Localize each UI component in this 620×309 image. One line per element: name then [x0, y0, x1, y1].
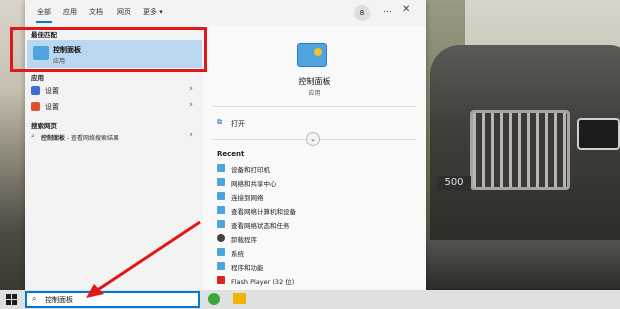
preview-subtitle: 应用	[308, 90, 321, 97]
expand-chevron-icon[interactable]: ⌄	[306, 132, 320, 146]
recent-item-label: Flash Player (32 位)	[231, 278, 295, 286]
system-icon	[217, 248, 225, 256]
car-plate: 500	[437, 176, 471, 190]
recent-item-label: 设备和打印机	[231, 166, 270, 174]
recent-item-label: 查看网络状态和任务	[231, 222, 290, 230]
recent-item[interactable]: 程序和功能	[215, 260, 415, 274]
apps-heading: 应用	[31, 74, 44, 82]
open-icon[interactable]: ⧉	[217, 118, 222, 127]
taskbar-search-box[interactable]: ⌕ 控制面板	[25, 291, 200, 308]
divider	[213, 106, 416, 107]
taskbar-browser-icon[interactable]	[208, 293, 220, 305]
web-result-suffix: - 查看网络搜索结果	[65, 135, 119, 142]
settings-icon	[31, 86, 40, 95]
start-logo-pane	[12, 294, 17, 299]
preview-title: 控制面板	[298, 77, 331, 86]
recent-item-label: 程序和功能	[231, 264, 264, 272]
tab-web[interactable]: 网页	[117, 7, 131, 17]
recent-item-label: 系统	[231, 250, 244, 258]
recent-item[interactable]: 设备和打印机	[215, 162, 415, 176]
chevron-right-icon[interactable]: ›	[189, 130, 193, 140]
app-result-settings-2[interactable]: 设置 ›	[25, 99, 203, 115]
recent-item-label: 网络和共享中心	[231, 180, 277, 188]
open-action[interactable]: 打开	[231, 119, 245, 129]
tab-more[interactable]: 更多 ▾	[143, 7, 163, 17]
web-result-text: 控制面板 - 查看网络搜索结果	[41, 133, 119, 142]
taskbar-file-explorer-icon[interactable]	[233, 293, 246, 304]
windows-start-icon[interactable]	[6, 294, 17, 305]
preview-pane: 控制面板 应用 ⧉ 打开 ⌄ Recent 设备和打印机 网络和共享中心 连接到…	[203, 26, 426, 290]
highlight-box	[10, 27, 207, 72]
close-icon[interactable]: ✕	[402, 4, 410, 15]
chevron-right-icon[interactable]: ›	[189, 100, 193, 110]
car-grille	[470, 110, 570, 190]
programs-icon	[217, 262, 225, 270]
recent-heading: Recent	[217, 150, 245, 158]
recent-item[interactable]: 系统	[215, 246, 415, 260]
wallpaper-road	[425, 240, 620, 290]
recent-item-label: 连接到网络	[231, 194, 264, 202]
rewards-badge[interactable]: 8	[354, 5, 370, 21]
network-icon	[217, 220, 225, 228]
web-result-query: 控制面板	[41, 135, 66, 142]
app-result-label: 设置	[45, 103, 59, 111]
uninstall-icon	[217, 234, 225, 242]
taskbar: ⌕ 控制面板	[0, 290, 620, 309]
search-input[interactable]: 控制面板	[45, 295, 73, 305]
search-icon: ⌕	[31, 132, 35, 140]
network-icon	[217, 178, 225, 186]
app-result-label: 设置	[45, 87, 59, 95]
network-icon	[217, 192, 225, 200]
start-logo-pane	[6, 300, 11, 305]
recent-item[interactable]: 连接到网络	[215, 190, 415, 204]
recent-item[interactable]: 卸载程序	[215, 232, 415, 246]
search-icon: ⌕	[32, 294, 37, 303]
app-result-settings[interactable]: 设置 ›	[25, 83, 203, 99]
recent-item-label: 查看网络计算机和设备	[231, 208, 296, 216]
start-logo-pane	[6, 294, 11, 299]
control-panel-large-icon	[297, 43, 327, 67]
chevron-right-icon[interactable]: ›	[189, 84, 193, 94]
recent-item[interactable]: 查看网络计算机和设备	[215, 204, 415, 218]
filter-tabs: 全部 应用 文档 网页 更多 ▾ 8 … ✕	[25, 0, 426, 26]
flash-player-icon	[217, 276, 225, 284]
web-search-result[interactable]: ⌕ 控制面板 - 查看网络搜索结果 ›	[25, 129, 203, 145]
car-headlight	[577, 118, 620, 150]
recent-item-label: 卸载程序	[231, 236, 257, 244]
devices-printers-icon	[217, 164, 225, 172]
tab-apps[interactable]: 应用	[63, 7, 77, 17]
network-icon	[217, 206, 225, 214]
tab-documents[interactable]: 文档	[89, 7, 103, 17]
more-options-icon[interactable]: …	[383, 5, 392, 15]
start-logo-pane	[12, 300, 17, 305]
recent-item[interactable]: 网络和共享中心	[215, 176, 415, 190]
recent-item[interactable]: 查看网络状态和任务	[215, 218, 415, 232]
settings-icon	[31, 102, 40, 111]
tab-all[interactable]: 全部	[36, 7, 52, 23]
recent-item[interactable]: Flash Player (32 位)	[215, 274, 415, 288]
